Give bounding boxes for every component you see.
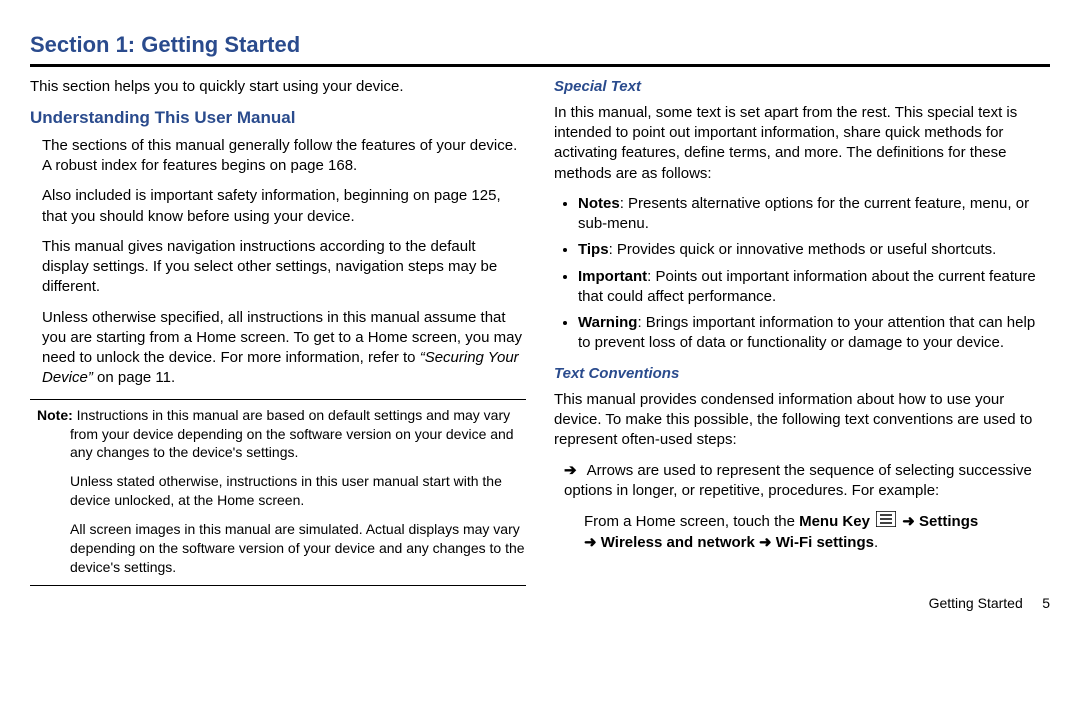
bullet-text: : Points out important information about… [578,268,1036,305]
arrow-convention-item: Arrows are used to represent the sequenc… [564,461,1050,502]
paragraph-safety: Also included is important safety inform… [42,186,526,227]
bullet-label: Important [578,268,647,285]
text-conventions-paragraph: This manual provides condensed informati… [554,390,1050,451]
arrow-glyph: ➜ [759,534,772,551]
arrow-glyph: ➜ [584,534,597,551]
section-title: Section 1: Getting Started [30,30,1050,60]
intro-paragraph: This section helps you to quickly start … [30,77,526,97]
section-divider [30,64,1050,67]
example-prefix: From a Home screen, touch the [584,513,799,530]
special-text-list: Notes: Presents alternative options for … [554,194,1050,354]
note-1: Note: Instructions in this manual are ba… [70,406,526,463]
bullet-tips: Tips: Provides quick or innovative metho… [578,240,1050,260]
footer-section-title: Getting Started [929,595,1023,611]
paragraph-navigation: This manual gives navigation instruction… [42,237,526,298]
page-footer: Getting Started 5 [30,594,1050,613]
paragraph-features: The sections of this manual generally fo… [42,136,526,177]
bullet-important: Important: Points out important informat… [578,267,1050,308]
settings-label: Settings [919,513,978,530]
note-3: All screen images in this manual are sim… [70,520,526,577]
note-1-text: Instructions in this manual are based on… [70,407,514,461]
understanding-heading: Understanding This User Manual [30,107,526,130]
bullet-warning: Warning: Brings important information to… [578,313,1050,354]
two-column-layout: This section helps you to quickly start … [30,77,1050,586]
wireless-label: Wireless and network [601,534,755,551]
bullet-label: Tips [578,241,609,258]
note-label: Note: [37,407,73,423]
note-2: Unless stated otherwise, instructions in… [70,472,526,510]
arrow-convention-list: Arrows are used to represent the sequenc… [554,461,1050,502]
bullet-label: Notes [578,195,620,212]
bullet-text: : Provides quick or innovative methods o… [609,241,997,258]
bullet-text: : Presents alternative options for the c… [578,195,1029,232]
note-block: Note: Instructions in this manual are ba… [30,399,526,586]
paragraph-homescreen: Unless otherwise specified, all instruct… [42,308,526,389]
special-text-heading: Special Text [554,77,1050,97]
menu-key-label: Menu Key [799,513,870,530]
footer-page-number: 5 [1042,595,1050,611]
text-span: on page 11. [93,369,175,386]
bullet-text: : Brings important information to your a… [578,314,1035,351]
example-sequence: From a Home screen, touch the Menu Key ➜… [584,511,1050,554]
arrow-glyph: ➜ [902,513,915,530]
special-text-paragraph: In this manual, some text is set apart f… [554,103,1050,184]
bullet-notes: Notes: Presents alternative options for … [578,194,1050,235]
text-conventions-heading: Text Conventions [554,364,1050,384]
bullet-label: Warning [578,314,637,331]
menu-key-icon [876,511,896,533]
wifi-label: Wi-Fi settings [776,534,874,551]
